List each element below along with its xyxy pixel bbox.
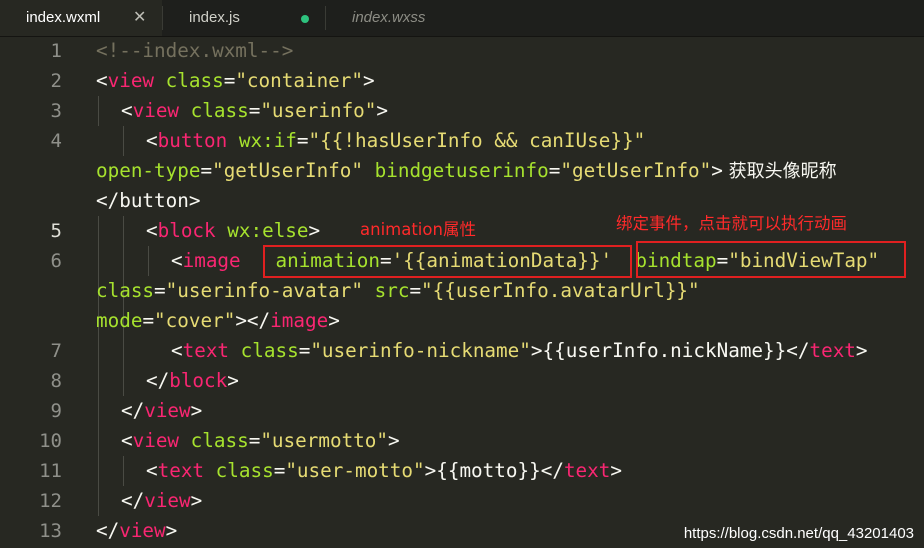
close-icon[interactable]: ✕ bbox=[133, 0, 146, 36]
code-line-4-wrap-1: open-type="getUserInfo" bindgetuserinfo=… bbox=[96, 159, 837, 182]
code-line-12: </view> bbox=[121, 489, 203, 512]
tab-label: index.wxml bbox=[26, 9, 101, 26]
code-line-4: <button wx:if="{{!hasUserInfo && canIUse… bbox=[146, 129, 646, 152]
event-annotation: 绑定事件，点击就可以执行动画 bbox=[616, 214, 847, 233]
code-line-6-wrap-2: mode="cover"></image> bbox=[96, 309, 340, 332]
bindtap-highlight-box bbox=[636, 241, 906, 278]
indent-guide bbox=[98, 96, 99, 126]
code-line-6-wrap-1: class="userinfo-avatar" src="{{userInfo.… bbox=[96, 279, 700, 302]
indent-guide bbox=[123, 456, 124, 486]
code-line-11: <text class="user-motto">{{motto}}</text… bbox=[146, 459, 622, 482]
watermark: https://blog.csdn.net/qq_43201403 bbox=[683, 525, 914, 542]
code-line-8: </block> bbox=[146, 369, 239, 392]
animation-annotation: animation属性 bbox=[360, 220, 476, 239]
code-line-5: <block wx:else> bbox=[146, 219, 321, 242]
code-line-4-wrap-2: </button> bbox=[96, 189, 201, 212]
indent-guide bbox=[98, 456, 99, 516]
code-line-1: <!--index.wxml--> bbox=[96, 39, 294, 62]
indent-guide bbox=[148, 246, 149, 276]
code-line-2: <view class="container"> bbox=[96, 69, 375, 92]
tab-index-wxml[interactable]: index.wxml ✕ bbox=[0, 0, 162, 36]
code-line-13: </view> bbox=[96, 519, 178, 542]
code-line-3: <view class="userinfo"> bbox=[121, 99, 389, 122]
tab-label: index.js bbox=[189, 9, 240, 26]
code-line-10: <view class="usermotto"> bbox=[121, 429, 400, 452]
indent-guide bbox=[98, 216, 99, 456]
tab-index-wxss[interactable]: index.wxss bbox=[326, 0, 486, 36]
code-line-9: </view> bbox=[121, 399, 203, 422]
unsaved-dot-icon bbox=[301, 15, 309, 23]
code-editor[interactable]: <!--index.wxml--> <view class="container… bbox=[0, 36, 924, 548]
tab-bar: index.wxml ✕ index.js index.wxss bbox=[0, 0, 924, 37]
animation-highlight-box bbox=[263, 245, 632, 278]
tab-index-js[interactable]: index.js bbox=[163, 0, 325, 36]
code-line-7: <text class="userinfo-nickname">{{userIn… bbox=[171, 339, 868, 362]
tab-label: index.wxss bbox=[352, 9, 426, 26]
indent-guide bbox=[123, 126, 124, 156]
